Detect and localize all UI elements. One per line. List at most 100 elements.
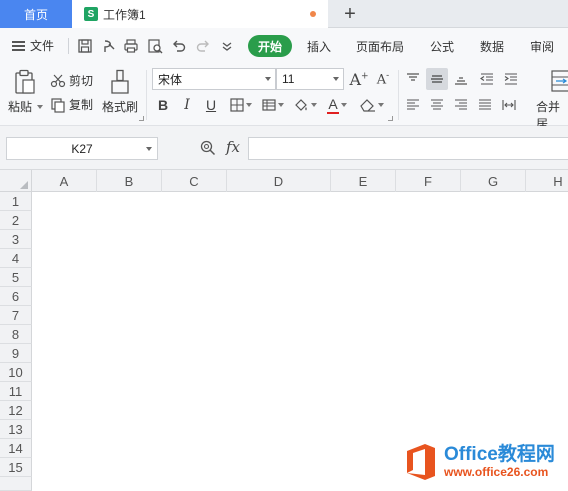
row-header[interactable]: 7 [0, 306, 32, 325]
column-header-a[interactable]: A [32, 170, 97, 192]
menu-tab-page-layout[interactable]: 页面布局 [356, 38, 404, 55]
justify-button[interactable] [474, 94, 496, 116]
column-header-h[interactable]: H [526, 170, 568, 192]
align-right-button[interactable] [450, 94, 472, 116]
align-left-button[interactable] [402, 94, 424, 116]
font-color-button[interactable]: A [322, 94, 352, 116]
print-preview-icon[interactable] [146, 37, 164, 55]
undo-icon[interactable] [170, 37, 188, 55]
column-header-f[interactable]: F [396, 170, 461, 192]
font-name-value: 宋体 [158, 72, 183, 87]
increase-indent-button[interactable] [500, 68, 522, 90]
tab-home[interactable]: 首页 [0, 0, 72, 28]
copy-button[interactable]: 复制 [50, 96, 93, 113]
italic-button[interactable]: I [176, 94, 198, 116]
column-header-e[interactable]: E [331, 170, 396, 192]
name-box[interactable]: K27 [6, 137, 158, 160]
font-name-select[interactable]: 宋体 [152, 68, 276, 90]
watermark-title: Office教程网 [444, 443, 555, 465]
align-top-button[interactable] [402, 68, 424, 90]
font-size-select[interactable]: 11 [276, 68, 344, 90]
row-header[interactable] [0, 477, 32, 491]
distributed-align-icon [502, 100, 516, 110]
decrease-font-size-button[interactable]: A- [372, 68, 394, 90]
align-middle-button[interactable] [426, 68, 448, 90]
cell-reference: K27 [71, 141, 93, 156]
font-color-icon: A [327, 97, 339, 114]
divider [68, 38, 69, 54]
column-header-b[interactable]: B [97, 170, 162, 192]
paste-button[interactable]: 粘贴 [8, 98, 44, 115]
divider [398, 70, 399, 120]
distributed-align-button[interactable] [498, 94, 520, 116]
row-header[interactable]: 1 [0, 192, 32, 211]
row-header[interactable]: 15 [0, 458, 32, 477]
row-header[interactable]: 9 [0, 344, 32, 363]
watermark: Office教程网 www.office26.com [404, 440, 568, 484]
formula-input[interactable] [248, 137, 568, 160]
redo-icon[interactable] [194, 37, 212, 55]
increase-font-size-button[interactable]: A+ [348, 68, 370, 90]
column-header-d[interactable]: D [227, 170, 331, 192]
eraser-icon [360, 99, 375, 112]
table-style-icon [262, 99, 276, 111]
cut-button[interactable]: 剪切 [50, 72, 93, 89]
file-menu-label: 文件 [30, 39, 55, 53]
select-all-button[interactable] [0, 170, 32, 192]
new-tab-button[interactable]: + [338, 2, 362, 26]
clear-button[interactable] [356, 94, 388, 116]
row-header[interactable]: 12 [0, 401, 32, 420]
chevron-down-icon [246, 103, 252, 107]
paste-icon[interactable] [12, 68, 38, 96]
decrease-indent-icon [480, 73, 493, 85]
export-icon[interactable] [100, 37, 118, 55]
bold-button[interactable]: B [152, 94, 174, 116]
clipboard-dialog-launcher-icon[interactable] [139, 116, 144, 121]
merge-center-icon[interactable] [550, 68, 568, 94]
align-center-button[interactable] [426, 94, 448, 116]
save-icon[interactable] [76, 37, 94, 55]
align-middle-icon [431, 75, 443, 83]
spreadsheet-icon: S [84, 7, 98, 21]
unsaved-dot-icon[interactable] [310, 11, 316, 17]
customize-toolbar-chevron-icon[interactable] [218, 37, 236, 55]
menu-tab-formulas[interactable]: 公式 [430, 38, 454, 55]
insert-function-button[interactable]: fx [226, 138, 240, 156]
format-painter-button[interactable]: 格式刷 [102, 98, 138, 115]
print-icon[interactable] [122, 37, 140, 55]
format-painter-icon[interactable] [108, 68, 132, 96]
underline-button[interactable]: U [200, 94, 222, 116]
office-logo-icon [404, 442, 438, 482]
row-header[interactable]: 11 [0, 382, 32, 401]
menu-tab-start[interactable]: 开始 [248, 35, 292, 57]
column-header-g[interactable]: G [461, 170, 526, 192]
menu-tab-data[interactable]: 数据 [480, 38, 504, 55]
row-header[interactable]: 13 [0, 420, 32, 439]
align-right-icon [455, 99, 467, 110]
row-header[interactable]: 4 [0, 249, 32, 268]
font-color-bar [327, 111, 339, 114]
row-header[interactable]: 8 [0, 325, 32, 344]
chevron-down-icon [378, 103, 384, 107]
cell-style-button[interactable] [258, 94, 288, 116]
row-header[interactable]: 10 [0, 363, 32, 382]
copy-label: 复制 [69, 98, 94, 112]
row-header[interactable]: 3 [0, 230, 32, 249]
zoom-formula-icon[interactable] [200, 140, 216, 156]
chevron-down-icon [37, 104, 44, 109]
menu-tab-insert[interactable]: 插入 [307, 38, 331, 55]
column-header-c[interactable]: C [162, 170, 227, 192]
row-header[interactable]: 5 [0, 268, 32, 287]
row-header[interactable]: 6 [0, 287, 32, 306]
menu-tab-review[interactable]: 审阅 [530, 38, 554, 55]
row-header[interactable]: 14 [0, 439, 32, 458]
font-dialog-launcher-icon[interactable] [388, 116, 393, 121]
tab-workbook[interactable]: S 工作簿1 [72, 0, 328, 28]
fill-color-button[interactable] [290, 94, 320, 116]
increase-font-icon: A+ [349, 69, 369, 89]
row-header[interactable]: 2 [0, 211, 32, 230]
file-menu-button[interactable]: 文件 [12, 37, 54, 54]
align-bottom-button[interactable] [450, 68, 472, 90]
decrease-indent-button[interactable] [476, 68, 498, 90]
borders-button[interactable] [226, 94, 256, 116]
